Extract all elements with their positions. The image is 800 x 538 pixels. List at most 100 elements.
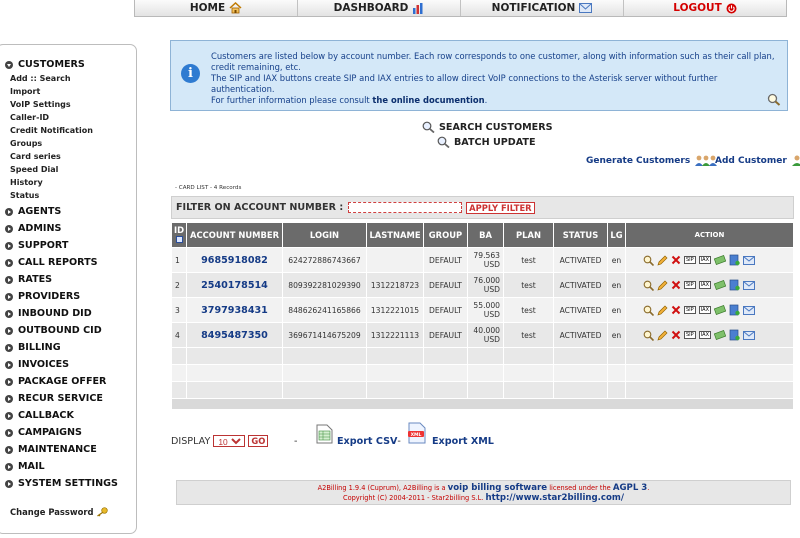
sidebar-section-inbound-did[interactable]: INBOUND DID — [5, 308, 92, 319]
empty-table-row — [171, 347, 794, 365]
apply-filter-button[interactable]: APPLY FILTER — [466, 201, 535, 214]
account-filter-input[interactable] — [348, 202, 463, 213]
card-info-icon[interactable] — [729, 279, 740, 291]
voip-billing-software-link[interactable]: voip billing software — [448, 483, 547, 493]
column-header-id[interactable]: ID — [171, 222, 187, 248]
sidebar-section-package-offer[interactable]: PACKAGE OFFER — [5, 376, 106, 387]
iax-button[interactable]: IAX — [698, 256, 711, 264]
nav-notification[interactable]: NOTIFICATION — [461, 0, 624, 16]
sip-button[interactable]: SIP — [684, 256, 696, 264]
email-icon[interactable] — [743, 305, 755, 315]
sidebar-section-callback[interactable]: CALLBACK — [5, 410, 74, 421]
sidebar-section-support[interactable]: SUPPORT — [5, 240, 68, 251]
sip-button[interactable]: SIP — [684, 281, 696, 289]
cell-account-number[interactable]: 2540178514 — [186, 272, 283, 298]
agpl-link[interactable]: AGPL 3 — [613, 483, 647, 493]
edit-icon[interactable] — [657, 305, 668, 316]
column-header-lastname[interactable]: LASTNAME — [366, 222, 424, 248]
batch-update-link[interactable]: BATCH UPDATE — [437, 136, 536, 148]
delete-icon[interactable] — [671, 330, 681, 340]
sidebar-section-system-settings[interactable]: SYSTEM SETTINGS — [5, 478, 118, 489]
card-info-icon[interactable] — [729, 329, 740, 341]
sidebar-item-groups[interactable]: Groups — [10, 139, 42, 148]
iax-button[interactable]: IAX — [698, 306, 711, 314]
column-header-status[interactable]: STATUS — [553, 222, 608, 248]
sidebar-section-rates[interactable]: RATES — [5, 274, 52, 285]
export-csv-link[interactable]: Export CSV- — [337, 436, 401, 447]
cell-account-number[interactable]: 9685918082 — [186, 247, 283, 273]
email-icon[interactable] — [743, 330, 755, 340]
iax-button[interactable]: IAX — [698, 331, 711, 339]
column-header-plan[interactable]: PLAN — [503, 222, 554, 248]
sidebar-item-credit-notification[interactable]: Credit Notification — [10, 126, 93, 135]
sidebar-item-card-series[interactable]: Card series — [10, 152, 61, 161]
sidebar-section-maintenance[interactable]: MAINTENANCE — [5, 444, 97, 455]
nav-dashboard[interactable]: DASHBOARD — [298, 0, 461, 16]
edit-icon[interactable] — [657, 255, 668, 266]
delete-icon[interactable] — [671, 280, 681, 290]
column-header-login[interactable]: LOGIN — [282, 222, 367, 248]
refill-money-icon[interactable] — [714, 255, 726, 265]
delete-icon[interactable] — [671, 255, 681, 265]
sort-icon[interactable] — [175, 235, 183, 243]
edit-icon[interactable] — [657, 280, 668, 291]
sidebar-section-campaigns[interactable]: CAMPAIGNS — [5, 427, 82, 438]
edit-icon[interactable] — [657, 330, 668, 341]
sidebar-item-add-search[interactable]: Add :: Search — [10, 74, 71, 83]
sidebar-section-admins[interactable]: ADMINS — [5, 223, 61, 234]
view-icon[interactable] — [643, 305, 654, 316]
refill-money-icon[interactable] — [714, 330, 726, 340]
email-icon[interactable] — [743, 255, 755, 265]
sidebar-section-billing[interactable]: BILLING — [5, 342, 61, 353]
go-button[interactable]: GO — [248, 435, 269, 447]
sip-button[interactable]: SIP — [684, 331, 696, 339]
change-password-link[interactable]: Change Password — [10, 507, 109, 517]
sidebar-section-mail[interactable]: MAIL — [5, 461, 45, 472]
export-xml-link[interactable]: Export XML — [432, 436, 494, 447]
sidebar-section-customers[interactable]: CUSTOMERS — [5, 59, 85, 70]
column-header-group[interactable]: GROUP — [423, 222, 468, 248]
search-customers-link[interactable]: SEARCH CUSTOMERS — [422, 121, 553, 133]
refill-money-icon[interactable] — [714, 305, 726, 315]
sidebar-section-call-reports[interactable]: CALL REPORTS — [5, 257, 98, 268]
cell-account-number[interactable]: 8495487350 — [186, 322, 283, 348]
sidebar-item-import[interactable]: Import — [10, 87, 40, 96]
sidebar-item-caller-id[interactable]: Caller-ID — [10, 113, 49, 122]
sidebar-item-history[interactable]: History — [10, 178, 43, 187]
column-header-ba[interactable]: BA — [467, 222, 504, 248]
add-customer-link[interactable]: Add Customer — [715, 155, 800, 167]
sip-button[interactable]: SIP — [684, 306, 696, 314]
sidebar-item-voip-settings[interactable]: VoIP Settings — [10, 100, 71, 109]
sidebar-item-status[interactable]: Status — [10, 191, 39, 200]
sidebar-section-agents[interactable]: AGENTS — [5, 206, 61, 217]
online-documentation-link[interactable]: the online documention — [372, 95, 484, 105]
column-header-label: GROUP — [428, 230, 463, 240]
nav-logout[interactable]: LOGOUT — [624, 0, 786, 16]
sidebar-item-speed-dial[interactable]: Speed Dial — [10, 165, 58, 174]
sidebar-section-invoices[interactable]: INVOICES — [5, 359, 69, 370]
card-info-icon[interactable] — [729, 254, 740, 266]
delete-icon[interactable] — [671, 305, 681, 315]
cell-account-number[interactable]: 3797938431 — [186, 297, 283, 323]
column-header-lg[interactable]: LG — [607, 222, 626, 248]
view-icon[interactable] — [643, 255, 654, 266]
magnifier-icon[interactable] — [767, 93, 781, 106]
sidebar-section-recur-service[interactable]: RECUR SERVICE — [5, 393, 103, 404]
expand-arrow-icon — [5, 411, 13, 420]
card-info-icon[interactable] — [729, 304, 740, 316]
xml-file-icon[interactable]: XML — [407, 422, 427, 444]
star2billing-link[interactable]: http://www.star2billing.com/ — [485, 493, 624, 503]
generate-customers-link[interactable]: Generate Customers — [586, 155, 718, 167]
iax-button[interactable]: IAX — [698, 281, 711, 289]
sidebar-section-outbound-cid[interactable]: OUTBOUND CID — [5, 325, 102, 336]
page-size-select[interactable]: 10 — [213, 435, 246, 447]
sidebar-section-providers[interactable]: PROVIDERS — [5, 291, 80, 302]
view-icon[interactable] — [643, 330, 654, 341]
cell-status: ACTIVATED — [553, 322, 608, 348]
view-icon[interactable] — [643, 280, 654, 291]
csv-file-icon[interactable] — [316, 424, 333, 444]
refill-money-icon[interactable] — [714, 280, 726, 290]
nav-home[interactable]: HOME — [135, 0, 298, 16]
column-header-account-number[interactable]: ACCOUNT NUMBER — [186, 222, 283, 248]
email-icon[interactable] — [743, 280, 755, 290]
